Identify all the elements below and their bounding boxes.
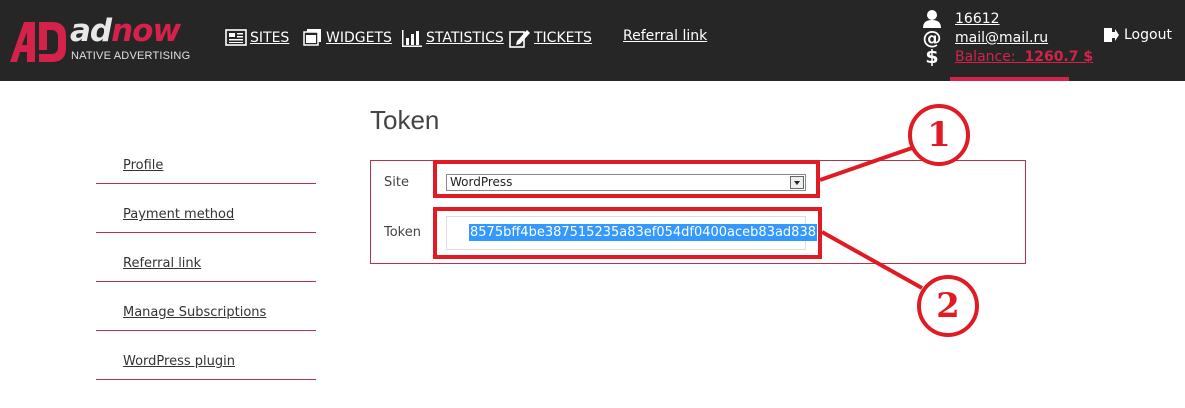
annotation-marker-2: 2 <box>917 275 979 337</box>
annotation-marker-1: 1 <box>908 104 970 166</box>
annotation-connector-lines <box>819 146 923 290</box>
